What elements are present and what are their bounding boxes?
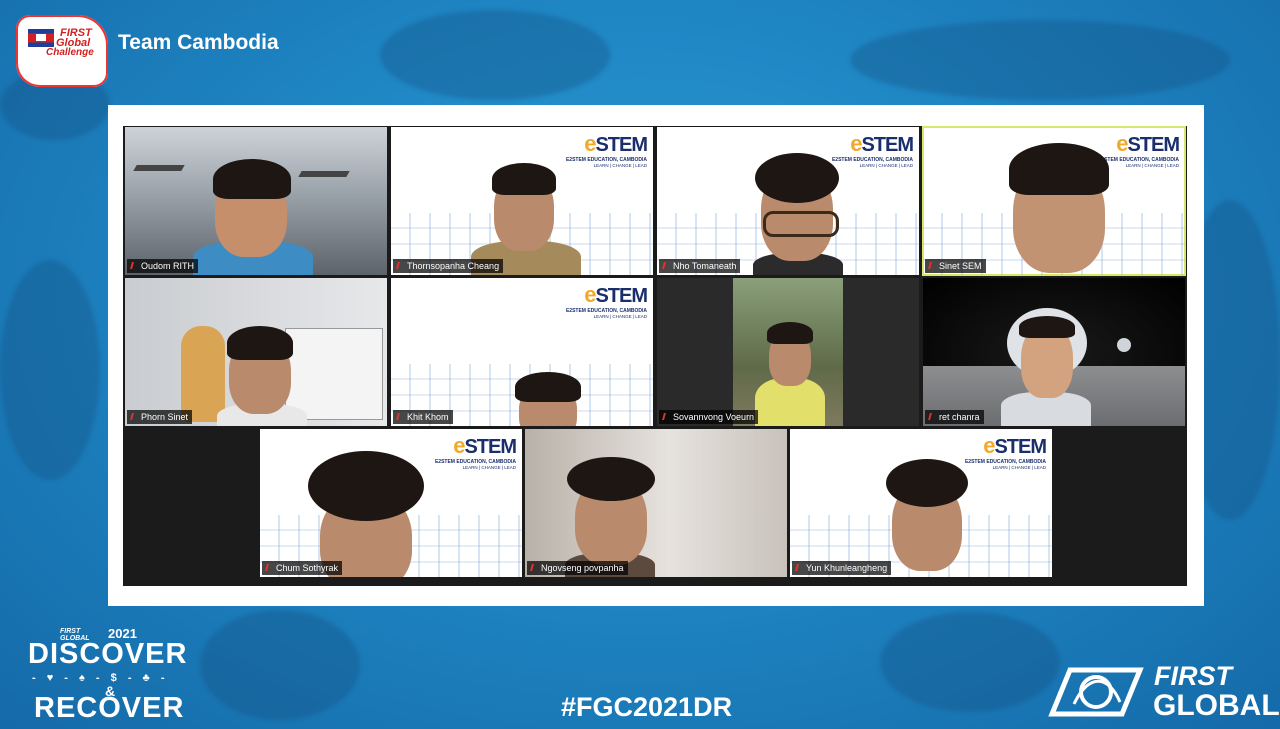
event-icon-row: - ♥ - ♠ - $ - ♣ - <box>32 672 169 684</box>
map-shape <box>850 20 1230 100</box>
participant-video <box>743 153 853 275</box>
video-tile[interactable]: eSTEM E2STEM EDUCATION, CAMBODIA LEARN | … <box>260 429 522 577</box>
video-tile[interactable]: Sovannvong Voeurn <box>657 278 919 426</box>
map-shape <box>0 260 100 480</box>
earth-icon <box>1117 338 1131 352</box>
first-global-emblem-icon <box>1048 667 1144 717</box>
estem-logo: eSTEM E2STEM EDUCATION, CAMBODIA LEARN | … <box>565 282 648 319</box>
team-cambodia-badge: FIRST Global Challenge <box>16 15 108 87</box>
video-tile[interactable]: Oudom RITH <box>125 127 387 275</box>
brand-first: FIRST <box>1154 661 1232 691</box>
cambodia-flag-icon <box>28 29 54 47</box>
participant-video <box>300 451 430 577</box>
team-title: Team Cambodia <box>118 31 279 54</box>
participant-name: Ngovseng povpanha <box>527 561 628 575</box>
participant-video <box>509 372 589 426</box>
video-tile[interactable]: Ngovseng povpanha <box>525 429 787 577</box>
event-title-line1: DISCOVER <box>28 638 188 670</box>
participant-video <box>1003 143 1123 275</box>
hashtag: #FGC2021DR <box>561 692 733 722</box>
video-tile[interactable]: eSTEM E2STEM EDUCATION, CAMBODIA LEARN | … <box>391 278 653 426</box>
participant-video <box>555 453 665 577</box>
participant-video <box>193 145 313 275</box>
video-grid: Oudom RITH eSTEM E2STEM EDUCATION, CAMBO… <box>123 126 1187 586</box>
map-shape <box>200 610 360 720</box>
participant-video <box>1001 308 1091 426</box>
participant-name: Chum Sothyrak <box>262 561 343 575</box>
participant-name: Yun Khunleangheng <box>792 561 892 575</box>
participant-name: Thornsopanha Cheang <box>393 259 504 273</box>
participant-name: Oudom RITH <box>127 259 199 273</box>
participant-video <box>878 459 978 577</box>
participant-name: Sinet SEM <box>925 259 986 273</box>
video-tile-active-speaker[interactable]: eSTEM E2STEM EDUCATION, CAMBODIA LEARN | … <box>922 126 1186 276</box>
participant-video <box>217 324 307 426</box>
participant-name: Phorn Sinet <box>127 410 193 424</box>
event-title-line2: RECOVER <box>34 692 185 724</box>
brand-global: GLOBAL <box>1153 689 1280 722</box>
video-tile[interactable]: eSTEM E2STEM EDUCATION, CAMBODIA LEARN | … <box>391 127 653 275</box>
participant-name: Nho Tomaneath <box>659 259 741 273</box>
participant-name: ret chanra <box>925 410 984 424</box>
video-tile[interactable]: eSTEM E2STEM EDUCATION, CAMBODIA LEARN | … <box>657 127 919 275</box>
jet-icon <box>133 165 185 171</box>
map-shape <box>380 10 610 100</box>
map-shape <box>880 612 1060 712</box>
participant-name: Sovannvong Voeurn <box>659 410 759 424</box>
video-tile[interactable]: ret chanra <box>923 278 1185 426</box>
stream-frame: { "header": { "team_title": "Team Cambod… <box>0 0 1280 729</box>
participant-video <box>755 322 825 426</box>
participant-video <box>471 161 581 275</box>
video-tile[interactable]: eSTEM E2STEM EDUCATION, CAMBODIA LEARN | … <box>790 429 1052 577</box>
participant-video-frame <box>733 278 843 426</box>
video-tile[interactable]: Phorn Sinet <box>125 278 387 426</box>
badge-text: Challenge <box>46 47 94 58</box>
estem-logo: eSTEM E2STEM EDUCATION, CAMBODIA LEARN | … <box>434 433 517 470</box>
participant-name: Khit Khom <box>393 410 453 424</box>
